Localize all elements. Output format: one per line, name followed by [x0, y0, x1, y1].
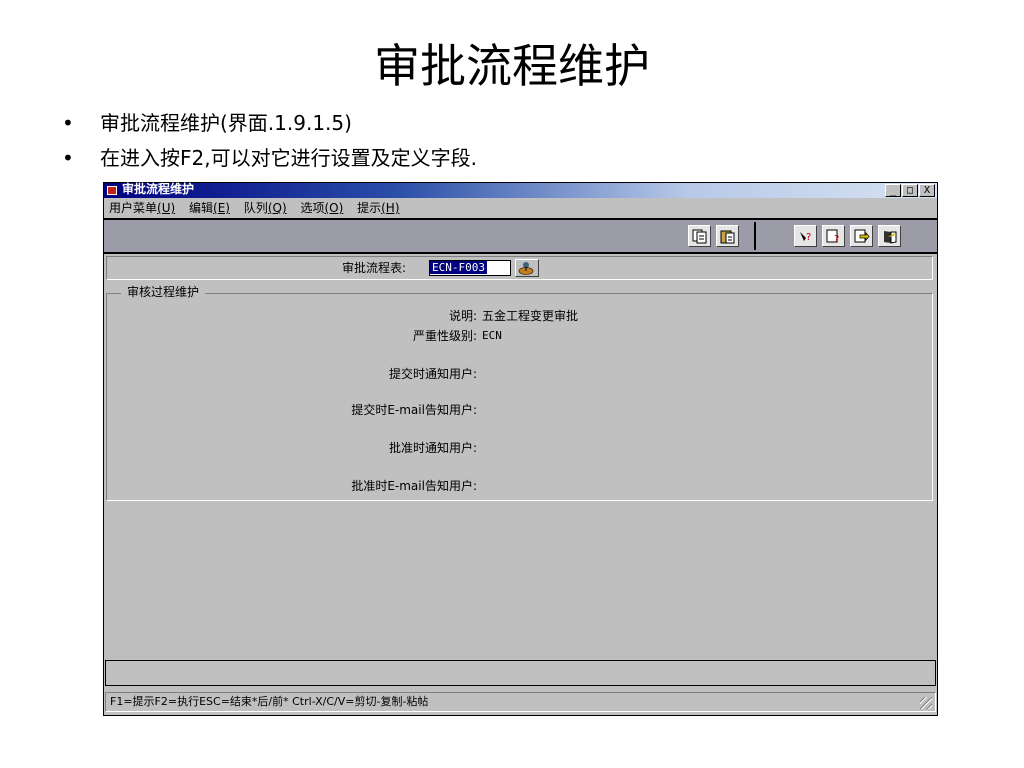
- status-bar: F1=提示F2=执行ESC=结束*后/前* Ctrl-X/C/V=剪切-复制-粘…: [105, 692, 936, 712]
- toolbar-divider: [754, 222, 756, 250]
- field-label: 提交时E-mail告知用户:: [351, 403, 477, 417]
- bullet-text: 在进入按F2,可以对它进行设置及定义字段.: [100, 146, 477, 170]
- paste-icon: [720, 230, 735, 244]
- field-label: 说明:: [448, 309, 477, 323]
- slide-title: 审批流程维护: [374, 39, 650, 93]
- message-area: [105, 660, 936, 686]
- menu-bar: 用户菜单(U) 编辑(E) 队列(Q) 选项(O) 提示(H): [104, 199, 937, 217]
- bullet-marker: •: [62, 111, 74, 135]
- copy-icon: [692, 229, 707, 244]
- menu-user[interactable]: 用户菜单(U): [104, 199, 180, 217]
- lookup-button[interactable]: [515, 259, 539, 277]
- edit-query-button[interactable]: ?: [822, 225, 845, 247]
- status-text: F1=提示F2=执行ESC=结束*后/前* Ctrl-X/C/V=剪切-复制-粘…: [110, 695, 429, 708]
- title-bar[interactable]: 审批流程维护 _ □ X: [104, 182, 937, 198]
- bullet-marker: •: [62, 146, 74, 170]
- field-value[interactable]: ECN: [482, 329, 502, 343]
- field-label: 批准时通知用户:: [388, 441, 477, 455]
- menu-edit[interactable]: 编辑(E): [184, 199, 235, 217]
- window-title: 审批流程维护: [122, 182, 195, 196]
- field-value[interactable]: 五金工程变更审批: [482, 309, 578, 323]
- bullet-text: 审批流程维护(界面.1.9.1.5): [100, 111, 352, 135]
- paste-button[interactable]: [716, 225, 739, 247]
- svg-text:?: ?: [806, 232, 811, 243]
- menu-queue[interactable]: 队列(Q): [239, 199, 292, 217]
- query-icon: ?: [800, 232, 811, 243]
- content-panel: [104, 503, 937, 659]
- approval-process-group: 审核过程维护 说明: 五金工程变更审批 严重性级别: ECN 提交时通知用户: …: [106, 285, 933, 501]
- close-button[interactable]: X: [919, 184, 935, 197]
- process-table-input[interactable]: ECN-F003: [429, 260, 511, 276]
- menu-help[interactable]: 提示(H): [352, 199, 404, 217]
- bullet-item: • 在进入按F2,可以对它进行设置及定义字段.: [62, 144, 477, 172]
- menu-options[interactable]: 选项(O): [295, 199, 348, 217]
- field-label: 批准时E-mail告知用户:: [351, 479, 477, 493]
- restore-button[interactable]: □: [902, 184, 918, 197]
- lookup-icon: [518, 262, 534, 275]
- toolbar: ? ?: [104, 218, 937, 254]
- copy-button[interactable]: [688, 225, 711, 247]
- process-table-label: 审批流程表:: [342, 261, 407, 275]
- minimize-button[interactable]: _: [885, 184, 901, 197]
- resize-grip-icon[interactable]: [920, 697, 932, 709]
- app-window: 审批流程维护 _ □ X 用户菜单(U) 编辑(E) 队列(Q) 选项(O) 提示(…: [103, 182, 938, 716]
- field-label: 提交时通知用户:: [388, 367, 477, 381]
- exit-button[interactable]: [878, 225, 901, 247]
- query-button[interactable]: ?: [794, 225, 817, 247]
- edit-query-icon: ?: [826, 229, 839, 244]
- svg-text:?: ?: [834, 234, 839, 244]
- group-title: 审核过程维护: [121, 285, 206, 299]
- exit-icon: [884, 231, 897, 244]
- bullet-item: • 审批流程维护(界面.1.9.1.5): [62, 109, 352, 137]
- app-icon: [107, 186, 117, 195]
- export-icon: [854, 229, 870, 243]
- process-table-selector: 审批流程表: ECN-F003: [106, 256, 933, 280]
- export-button[interactable]: [850, 225, 873, 247]
- field-label: 严重性级别:: [412, 329, 477, 343]
